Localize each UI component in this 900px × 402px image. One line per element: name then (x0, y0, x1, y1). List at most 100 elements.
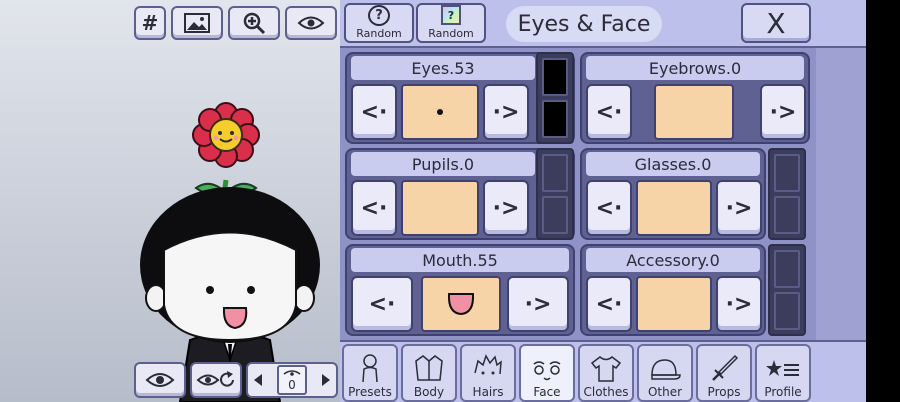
frame-number-value: 0 (288, 378, 296, 392)
star-list-icon (766, 360, 799, 376)
prev-button[interactable]: <· (586, 180, 632, 236)
next-frame-arrow-icon[interactable] (322, 374, 330, 386)
next-button[interactable]: ·> (716, 180, 762, 236)
frame-selector[interactable]: 0 (246, 362, 338, 398)
tab-label: Other (647, 385, 683, 399)
prev-button[interactable]: <· (351, 84, 397, 140)
tab-hairs[interactable]: Hairs (460, 344, 516, 402)
part-card-glasses: Glasses.0 <· ·> (580, 148, 766, 240)
body-outline-icon (362, 354, 378, 383)
part-label: Glasses.0 (586, 152, 760, 176)
arrow-right-icon: ·> (725, 291, 753, 317)
tab-profile[interactable]: Profile (755, 344, 811, 402)
glasses-color-slots (768, 148, 806, 240)
eye-icon (297, 16, 325, 30)
part-label: Mouth.55 (351, 248, 569, 272)
face-icon (533, 361, 561, 381)
jacket-icon (415, 355, 443, 381)
arrow-right-icon: ·> (769, 99, 797, 125)
eye-small-icon (283, 370, 301, 376)
eye-icon (145, 373, 175, 387)
part-card-accessory: Accessory.0 <· ·> (580, 244, 766, 336)
next-button[interactable]: ·> (507, 276, 569, 332)
editor-panel: ? Random ? Random Eyes & Face X Eyes.53 … (340, 0, 866, 402)
frame-number: 0 (277, 365, 307, 395)
part-card-eyebrows: Eyebrows.0 <· ·> (580, 52, 810, 144)
screen-edge (866, 0, 900, 402)
hash-icon: # (141, 11, 159, 35)
arrow-right-icon: ·> (492, 195, 520, 221)
tab-label: Body (413, 385, 445, 399)
rainbow-question-icon: ? (441, 5, 461, 25)
tab-label: Hairs (472, 385, 504, 399)
grid-button[interactable]: # (134, 6, 166, 40)
part-preview (421, 276, 501, 332)
part-label: Eyes.53 (351, 56, 535, 80)
random-color-label: Random (428, 27, 474, 40)
pupil-color-slots (536, 148, 574, 240)
eye-color-slots (536, 52, 574, 144)
eye-refresh-button[interactable] (190, 362, 242, 398)
page-title: Eyes & Face (506, 6, 662, 42)
color-slot-empty (774, 292, 800, 330)
random-all-button[interactable]: ? Random (344, 3, 414, 43)
color-slot-2[interactable] (542, 100, 568, 138)
accessory-color-slots (768, 244, 806, 336)
prev-button[interactable]: <· (351, 180, 397, 236)
tab-body[interactable]: Body (401, 344, 457, 402)
part-label: Pupils.0 (351, 152, 535, 176)
tab-clothes[interactable]: Clothes (578, 344, 634, 402)
character-stage: # 0 (0, 0, 340, 402)
eye-dot-icon (437, 109, 443, 115)
tab-other[interactable]: Other (637, 344, 693, 402)
visibility-button[interactable] (285, 6, 337, 40)
part-label: Eyebrows.0 (586, 56, 804, 80)
prev-button[interactable]: <· (351, 276, 413, 332)
prev-button[interactable]: <· (586, 84, 632, 140)
hair-icon (474, 354, 502, 375)
arrow-left-icon: <· (360, 195, 388, 221)
color-slot-empty (542, 196, 568, 234)
character-preview[interactable] (130, 100, 340, 402)
next-button[interactable]: ·> (483, 84, 529, 140)
sword-icon (712, 354, 739, 381)
zoom-button[interactable] (228, 6, 280, 40)
color-slot-empty (774, 154, 800, 192)
eye-rotate-icon (196, 371, 234, 387)
next-button[interactable]: ·> (483, 180, 529, 236)
panel-sidebar (816, 48, 866, 340)
tab-label: Presets (348, 385, 392, 399)
color-slot-empty (774, 196, 800, 234)
arrow-left-icon: <· (595, 99, 623, 125)
arrow-left-icon: <· (595, 291, 623, 317)
tab-label: Profile (764, 385, 802, 399)
tab-props[interactable]: Props (696, 344, 752, 402)
part-label: Accessory.0 (586, 248, 760, 272)
tab-presets[interactable]: Presets (342, 344, 398, 402)
arrow-right-icon: ·> (492, 99, 520, 125)
random-color-button[interactable]: ? Random (416, 3, 486, 43)
background-button[interactable] (171, 6, 223, 40)
part-preview (636, 276, 712, 332)
category-tabs: Presets Body Hairs Face Clothes Other Pr… (340, 340, 866, 402)
next-button[interactable]: ·> (716, 276, 762, 332)
prev-button[interactable]: <· (586, 276, 632, 332)
image-icon (184, 13, 210, 33)
part-preview (636, 180, 712, 236)
arrow-right-icon: ·> (524, 291, 552, 317)
shirt-icon (590, 356, 622, 382)
part-preview (401, 84, 479, 140)
part-preview (401, 180, 479, 236)
mouth-preview-icon (447, 293, 475, 316)
color-slot-1[interactable] (542, 58, 568, 96)
close-button[interactable]: X (741, 3, 811, 43)
part-card-mouth: Mouth.55 <· ·> (345, 244, 575, 336)
eye-toggle-button[interactable] (134, 362, 186, 398)
tab-face[interactable]: Face (519, 344, 575, 402)
next-button[interactable]: ·> (760, 84, 806, 140)
zoom-in-icon (243, 12, 266, 35)
prev-frame-arrow-icon[interactable] (254, 374, 262, 386)
cap-icon (651, 359, 681, 380)
part-preview (654, 84, 734, 140)
color-slot-empty (774, 250, 800, 288)
